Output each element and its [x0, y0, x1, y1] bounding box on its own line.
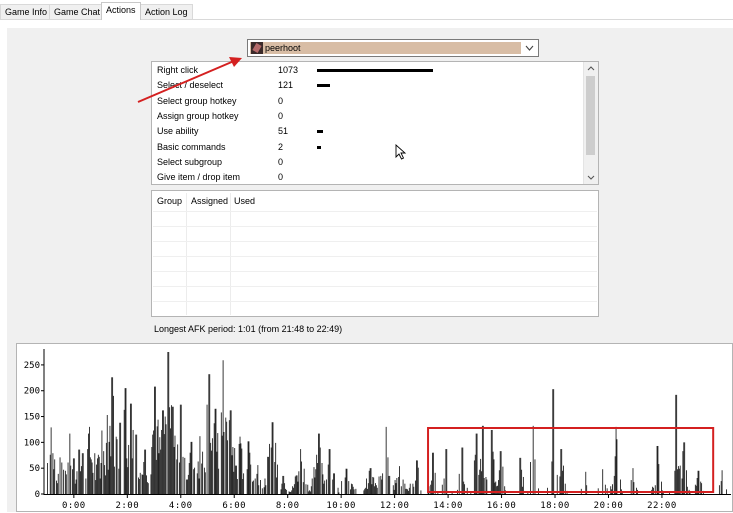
- x-tick-label: 0:00: [62, 501, 86, 511]
- group-hotkey-table[interactable]: Group Assigned Used: [151, 190, 599, 317]
- action-stat-label: Use ability: [157, 126, 199, 137]
- x-tick-label: 16:00: [487, 501, 517, 511]
- action-stat-value: 1073: [278, 65, 299, 75]
- action-stat-label: Select subgroup: [157, 156, 223, 167]
- y-tick-label: 50: [29, 464, 40, 474]
- x-tick-label: 8:00: [276, 501, 300, 511]
- action-stat-bar: [317, 130, 323, 134]
- action-stat-value: 0: [278, 172, 284, 183]
- action-stat-label: Assign group hotkey: [157, 110, 239, 121]
- x-tick-label: 4:00: [169, 501, 193, 511]
- x-tick-label: 12:00: [380, 501, 410, 511]
- player-avatar-icon: [251, 42, 263, 54]
- action-stat-bar: [317, 84, 330, 88]
- x-tick-label: 10:00: [326, 501, 356, 511]
- action-stat-value: 121: [278, 80, 294, 91]
- y-tick-label: 150: [24, 413, 40, 423]
- tab-label: Game Chat: [54, 7, 101, 17]
- scroll-up-icon[interactable]: [584, 62, 598, 75]
- tab-actions[interactable]: Actions: [101, 2, 141, 20]
- action-stat-value: 0: [278, 156, 284, 167]
- scroll-down-icon[interactable]: [584, 171, 598, 184]
- action-stat-row[interactable]: Select subgroup 0: [152, 155, 582, 170]
- action-stat-value: 51: [278, 126, 289, 137]
- mouse-cursor-icon: [395, 144, 407, 160]
- action-stat-row[interactable]: Basic commands 2: [152, 140, 582, 155]
- annotation-arrow: [137, 57, 242, 103]
- x-tick-label: 18:00: [540, 501, 570, 511]
- x-tick-label: 20:00: [594, 501, 624, 511]
- afk-period-text: Longest AFK period: 1:01 (from 21:48 to …: [154, 324, 343, 334]
- tab-game-info[interactable]: Game Info: [0, 4, 53, 19]
- y-tick-label: 100: [24, 438, 40, 448]
- row-line: [153, 256, 597, 257]
- x-tick-label: 2:00: [115, 501, 139, 511]
- action-stat-label: Basic commands: [157, 141, 226, 152]
- row-line: [153, 226, 597, 227]
- chevron-down-icon[interactable]: [523, 41, 536, 55]
- action-stat-bar: [317, 145, 321, 149]
- action-stat-bar: [317, 69, 433, 72]
- y-tick-label: 200: [24, 387, 40, 397]
- action-stat-row[interactable]: Give item / drop item 0: [152, 170, 582, 185]
- y-tick-label: 0: [35, 490, 40, 500]
- highlight-box: [427, 427, 715, 493]
- tab-label: Action Log: [145, 7, 188, 17]
- action-stat-row[interactable]: Use ability 51: [152, 124, 582, 139]
- x-tick-label: 14:00: [433, 501, 463, 511]
- vertical-scrollbar[interactable]: [583, 62, 598, 184]
- tab-label: Game Info: [5, 7, 48, 17]
- action-stat-value: 0: [278, 95, 284, 106]
- action-stat-label: Give item / drop item: [157, 172, 241, 183]
- player-dropdown[interactable]: peerhoot: [247, 39, 539, 57]
- tab-action-log[interactable]: Action Log: [140, 4, 193, 19]
- tab-game-chat[interactable]: Game Chat: [49, 4, 106, 19]
- row-line: [153, 211, 597, 212]
- column-header-assigned[interactable]: Assigned: [191, 196, 228, 206]
- column-header-group[interactable]: Group: [157, 196, 182, 206]
- row-line: [153, 301, 597, 302]
- player-color-field: peerhoot: [250, 42, 521, 54]
- column-header-used[interactable]: Used: [234, 196, 255, 206]
- action-stat-value: 2: [278, 141, 284, 152]
- tab-label: Actions: [106, 5, 136, 15]
- row-line: [153, 286, 597, 287]
- chart-svg: 0 50 100 150 200 250 0:00 2:00 4:00 6:00 8:00 10:00…: [24, 349, 731, 511]
- scrollbar-thumb[interactable]: [586, 76, 595, 155]
- action-stat-value: 0: [278, 110, 284, 121]
- y-tick-label: 250: [24, 361, 40, 371]
- x-tick-label: 6:00: [222, 501, 246, 511]
- player-name: peerhoot: [265, 43, 301, 53]
- x-tick-label: 22:00: [647, 501, 677, 511]
- row-line: [153, 271, 597, 272]
- actions-over-time-chart: 0 50 100 150 200 250 0:00 2:00 4:00 6:00 8:00 10:00…: [16, 343, 733, 512]
- tab-bar: Game Info Game Chat Actions Action Log: [0, 0, 733, 20]
- row-line: [153, 241, 597, 242]
